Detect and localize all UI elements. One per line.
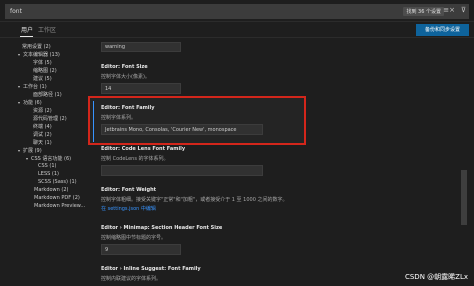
edit-in-settings-json-link[interactable]: 在 settings.json 中编辑 [101,205,156,212]
tab-workspace[interactable]: 工作区 [38,25,56,34]
toc-item[interactable]: LESS (1) [38,171,59,177]
toc-item[interactable]: 建议 (5) [33,75,52,82]
toc-item[interactable]: 面部路径 (1) [33,91,62,98]
toc-item-label: Markdown Preview... [34,203,86,209]
toc-item[interactable]: 缩略图 (2) [33,67,57,74]
code-lens-font-input[interactable] [101,165,263,176]
toc-item-label: 扩展 (9) [23,148,42,154]
settings-toc-tree: 常用设置 (2) ▾ 文本编辑器 (13) 字体 (5) 缩略图 (2) 建议 (… [0,38,95,286]
toc-item-label: 常用设置 (2) [22,44,51,50]
toc-item-label: 工作台 (1) [23,84,47,90]
code-lens-font-desc: 控制 CodeLens 的字体系列。 [101,156,169,162]
toc-item-label: 聊天 (1) [33,140,52,146]
toc-item-label: 建议 (5) [33,76,52,82]
toc-item-label: 终端 (4) [33,124,52,130]
toc-item[interactable]: Markdown PDF (2) [34,195,80,201]
toc-item[interactable]: 聊天 (1) [33,139,52,146]
toc-item[interactable]: 终端 (4) [33,123,52,130]
toc-item[interactable]: SCSS (Sass) (1) [38,179,77,185]
toc-item[interactable]: 资源 (2) [33,107,52,114]
font-size-title: Editor: Font Size [101,64,148,70]
toc-item[interactable]: CSS (1) [38,163,57,169]
scrollbar-thumb[interactable] [461,170,467,225]
focused-setting-indicator [93,101,94,142]
inline-suggest-font-title: Editor › Inline Suggest: Font Family [101,266,201,272]
csdn-watermark: CSDN @朝露晞ZLx [404,273,468,281]
font-weight-title: Editor: Font Weight [101,187,157,193]
minimap-header-font-desc: 控制缩略图中节标题的字号。 [101,235,167,241]
backup-sync-button[interactable]: 备份和同步设置 [416,24,469,36]
toc-item[interactable]: 源代码管理 (2) [33,115,67,122]
toc-item-label: 缩略图 (2) [33,68,57,74]
font-family-input[interactable]: Jetbrains Mono, Consolas, 'Courier New',… [101,124,263,135]
font-size-desc: 控制字体大小(像素)。 [101,74,150,80]
toc-item-label: CSS 语言功能 (6) [31,156,72,162]
settings-search-bar: font 找到 36 个设置 ≡× ⊽ [0,0,474,22]
search-result-count: 找到 36 个设置 [403,7,444,16]
toc-item-label: LESS (1) [38,171,59,177]
filter-icon[interactable]: ⊽ [461,6,466,14]
toc-item-label: Markdown (2) [34,187,69,193]
clear-filter-icon[interactable]: ≡× [443,6,455,14]
toc-item-label: 调试 (2) [33,132,52,138]
font-weight-desc: 控制字体粗细。接受关键字"正常"和"加粗"，或者接受介于 1 至 1000 之间… [101,197,288,203]
toc-item-label: 面部路径 (1) [33,92,62,98]
toc-group[interactable]: ▾ CSS 语言功能 (6) [26,155,71,162]
toc-item[interactable]: 调试 (2) [33,131,52,138]
vertical-scrollbar[interactable] [461,38,467,286]
top-setting-select[interactable]: warning [101,42,181,52]
minimap-header-font-input[interactable]: 9 [101,244,181,255]
toc-item-label: 源代码管理 (2) [33,116,67,122]
toc-item-label: 文本编辑器 (13) [23,52,60,58]
minimap-header-font-title: Editor › Minimap: Section Header Font Si… [101,225,223,231]
toc-item-label: 资源 (2) [33,108,52,114]
toc-item[interactable]: 字体 (5) [33,59,52,66]
toc-item-label: 功能 (6) [23,100,42,106]
font-family-desc: 控制字体系列。 [101,115,137,121]
toc-item[interactable]: 常用设置 (2) [22,43,51,50]
tab-user[interactable]: 用户 [21,25,33,34]
settings-scope-tabs: 用户 工作区 [0,22,474,38]
toc-item-label: SCSS (Sass) (1) [38,179,77,185]
settings-list: warning Editor: Font Size 控制字体大小(像素)。 14… [95,38,461,286]
code-lens-font-title: Editor: Code Lens Font Family [101,146,186,152]
toc-group[interactable]: ▾ 扩展 (9) [18,147,42,154]
toc-item-label: 字体 (5) [33,60,52,66]
font-family-title: Editor: Font Family [101,105,155,111]
toc-item-label: Markdown PDF (2) [34,195,80,201]
toc-item[interactable]: Markdown (2) [34,187,69,193]
toc-group[interactable]: ▾ 工作台 (1) [18,83,47,90]
toc-item-label: CSS (1) [38,163,57,169]
font-size-input[interactable]: 14 [101,83,181,94]
active-tab-indicator [20,36,33,37]
toc-group[interactable]: ▾ 文本编辑器 (13) [18,51,60,58]
toc-item[interactable]: Markdown Preview... [34,203,85,209]
toc-group[interactable]: ▾ 功能 (6) [18,99,42,106]
settings-search-input[interactable]: font [5,4,469,19]
inline-suggest-font-desc: 控制内联建议的字体系列。 [101,276,162,282]
